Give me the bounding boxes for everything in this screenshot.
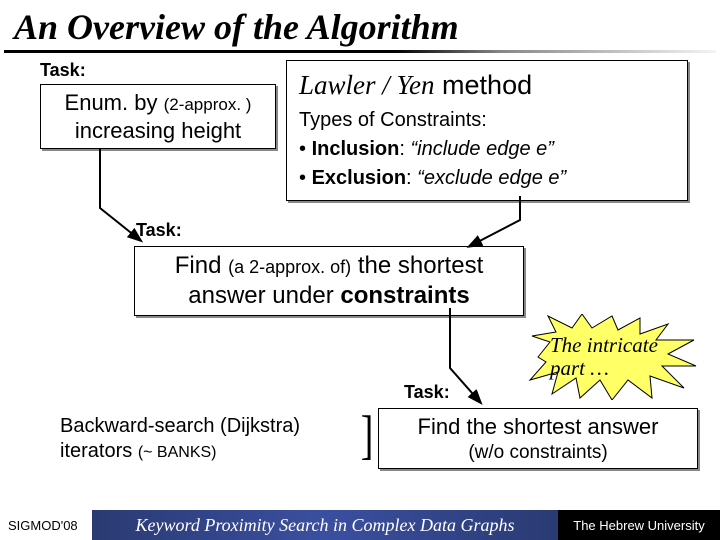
enum-box: Enum. by (2-approx. ) increasing height	[40, 84, 276, 149]
star-l2: part …	[550, 357, 690, 380]
find-box: Find (a 2-approx. of) the shortest answe…	[134, 246, 524, 316]
slide-content: Task: Enum. by (2-approx. ) increasing h…	[0, 56, 720, 510]
task-label-2: Task:	[136, 220, 182, 241]
backward-l2small: (~ BANKS)	[138, 444, 217, 461]
footer-right: The Hebrew University	[558, 510, 720, 540]
find-l1b: the shortest	[351, 252, 483, 279]
lawler-b1-q: “include edge e”	[410, 138, 553, 160]
lawler-box: Lawler / Yen method Types of Constraints…	[286, 60, 688, 201]
lawler-b1-rest: :	[399, 138, 410, 160]
enum-line1a: Enum. by	[65, 90, 164, 115]
lawler-b2-bold: Exclusion	[312, 167, 406, 189]
lawler-head-italic: Lawler / Yen	[299, 70, 435, 100]
lawler-head-rest: method	[435, 70, 533, 100]
lawler-b1-bold: Inclusion	[312, 138, 400, 160]
bracket-icon: ]	[361, 408, 374, 462]
arrow-lawler-to-find	[460, 196, 540, 256]
shortest-box: Find the shortest answer (w/o constraint…	[378, 408, 698, 469]
title-underline	[4, 50, 716, 53]
short-l1: Find the shortest answer	[389, 413, 687, 441]
star-l1: The intricate	[550, 334, 690, 357]
task-label-3: Task:	[404, 382, 450, 403]
enum-line2: increasing height	[51, 117, 265, 145]
footer-left: SIGMOD'08	[0, 510, 92, 540]
footer: SIGMOD'08 Keyword Proximity Search in Co…	[0, 510, 720, 540]
task-label-1: Task:	[40, 60, 86, 81]
find-l1small: (a 2-approx. of)	[228, 257, 351, 277]
lawler-types: Types of Constraints:	[299, 107, 675, 134]
find-l2bold: constraints	[340, 282, 469, 309]
enum-line1b: (2-approx. )	[164, 95, 252, 114]
slide-title: An Overview of the Algorithm	[0, 0, 720, 50]
find-l1a: Find	[175, 252, 228, 279]
backward-search-text: Backward-search (Dijkstra) iterators (~ …	[60, 414, 360, 464]
backward-l2a: iterators	[60, 440, 138, 462]
lawler-b2-q: “exclude edge e”	[417, 167, 566, 189]
short-l2: (w/o constraints)	[389, 441, 687, 465]
lawler-b2-rest: :	[406, 167, 417, 189]
find-l2a: answer under	[188, 282, 340, 309]
starburst-callout: The intricate part …	[528, 314, 698, 400]
backward-l1: Backward-search (Dijkstra)	[60, 414, 360, 439]
footer-mid: Keyword Proximity Search in Complex Data…	[92, 510, 558, 540]
arrow-enum-to-find	[60, 148, 150, 258]
